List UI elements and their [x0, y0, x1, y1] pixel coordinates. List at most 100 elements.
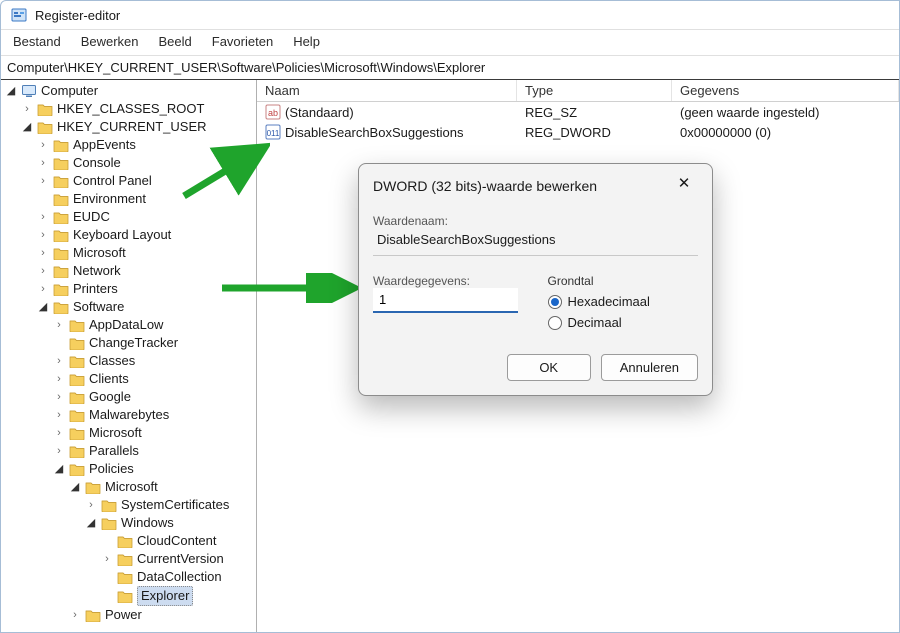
- tree-item[interactable]: › HKEY_CLASSES_ROOT: [1, 100, 256, 118]
- twisty-icon[interactable]: ›: [37, 280, 49, 298]
- edit-dword-dialog: DWORD (32 bits)-waarde bewerken ✕ Waarde…: [358, 163, 713, 396]
- titlebar: Register-editor: [1, 1, 899, 30]
- twisty-icon[interactable]: ›: [37, 154, 49, 172]
- twisty-icon[interactable]: ◢: [53, 460, 65, 478]
- menu-file[interactable]: Bestand: [13, 34, 61, 49]
- radio-hex[interactable]: [548, 295, 562, 309]
- tree-item[interactable]: ›Network: [1, 262, 256, 280]
- menu-favorites[interactable]: Favorieten: [212, 34, 273, 49]
- twisty-icon[interactable]: ›: [37, 172, 49, 190]
- tree-item[interactable]: ›Parallels: [1, 442, 256, 460]
- value-name-field: DisableSearchBoxSuggestions: [373, 228, 698, 256]
- twisty-icon[interactable]: ›: [53, 316, 65, 334]
- regedit-icon: [11, 7, 27, 23]
- twisty-icon[interactable]: ›: [37, 262, 49, 280]
- tree-item[interactable]: › Microsoft: [1, 244, 256, 262]
- twisty-icon[interactable]: ›: [85, 496, 97, 514]
- tree-item[interactable]: ›AppEvents: [1, 136, 256, 154]
- tree-item[interactable]: DataCollection: [1, 568, 256, 586]
- tree-item[interactable]: ◢ Windows: [1, 514, 256, 532]
- tree-root[interactable]: ◢Computer: [1, 82, 256, 100]
- tree-view[interactable]: ◢Computer›HKEY_CLASSES_ROOT◢HKEY_CURRENT…: [1, 80, 257, 632]
- twisty-icon[interactable]: ›: [21, 100, 33, 118]
- tree-item[interactable]: ◢ HKEY_CURRENT_USER: [1, 118, 256, 136]
- tree-item[interactable]: Explorer: [1, 586, 256, 606]
- menu-view[interactable]: Beeld: [159, 34, 192, 49]
- tree-label: HKEY_CLASSES_ROOT: [57, 100, 204, 118]
- tree-item[interactable]: ›Control Panel: [1, 172, 256, 190]
- twisty-icon[interactable]: ◢: [85, 514, 97, 532]
- twisty-icon[interactable]: ◢: [21, 118, 33, 136]
- tree-item[interactable]: › Clients: [1, 370, 256, 388]
- tree-item[interactable]: ◢ Software: [1, 298, 256, 316]
- tree-item[interactable]: ›Power: [1, 606, 256, 624]
- twisty-icon[interactable]: ◢: [5, 82, 17, 100]
- tree-label: Windows: [121, 514, 174, 532]
- col-header-data[interactable]: Gegevens: [672, 80, 899, 101]
- tree-label: Microsoft: [73, 244, 126, 262]
- radio-dec[interactable]: [548, 316, 562, 330]
- list-row[interactable]: 011DisableSearchBoxSuggestionsREG_DWORD0…: [257, 122, 899, 142]
- radio-dec-row[interactable]: Decimaal: [548, 315, 699, 330]
- twisty-icon[interactable]: ◢: [69, 478, 81, 496]
- close-icon[interactable]: ✕: [670, 174, 698, 198]
- twisty-icon[interactable]: ›: [53, 406, 65, 424]
- tree-label: HKEY_CURRENT_USER: [57, 118, 207, 136]
- col-header-name[interactable]: Naam: [257, 80, 517, 101]
- tree-item[interactable]: › Printers: [1, 280, 256, 298]
- tree-item[interactable]: › EUDC: [1, 208, 256, 226]
- row-type: REG_SZ: [525, 105, 577, 120]
- tree-item[interactable]: ›Malwarebytes: [1, 406, 256, 424]
- tree-item[interactable]: ◢ Policies: [1, 460, 256, 478]
- dialog-titlebar[interactable]: DWORD (32 bits)-waarde bewerken ✕: [359, 164, 712, 208]
- row-data: (geen waarde ingesteld): [680, 105, 819, 120]
- address-bar[interactable]: Computer\HKEY_CURRENT_USER\Software\Poli…: [1, 56, 899, 80]
- cancel-button[interactable]: Annuleren: [601, 354, 698, 381]
- tree-item[interactable]: ›Microsoft: [1, 424, 256, 442]
- twisty-icon[interactable]: ›: [53, 388, 65, 406]
- tree-item[interactable]: ◢Microsoft: [1, 478, 256, 496]
- base-label: Grondtal: [548, 274, 699, 288]
- twisty-icon[interactable]: ›: [53, 352, 65, 370]
- tree-item[interactable]: ›Classes: [1, 352, 256, 370]
- tree-item[interactable]: › Google: [1, 388, 256, 406]
- menu-help[interactable]: Help: [293, 34, 320, 49]
- list-body: ab(Standaard)REG_SZ(geen waarde ingestel…: [257, 102, 899, 142]
- col-header-type[interactable]: Type: [517, 80, 672, 101]
- tree-label: Google: [89, 388, 131, 406]
- radio-hex-label: Hexadecimaal: [568, 294, 650, 309]
- tree-item[interactable]: ChangeTracker: [1, 334, 256, 352]
- tree-label: Clients: [89, 370, 129, 388]
- twisty-icon[interactable]: ›: [37, 208, 49, 226]
- tree-item[interactable]: › Console: [1, 154, 256, 172]
- twisty-icon[interactable]: ◢: [37, 298, 49, 316]
- value-data-input[interactable]: [373, 288, 518, 313]
- twisty-icon[interactable]: ›: [69, 606, 81, 624]
- twisty-icon[interactable]: ›: [101, 550, 113, 568]
- dialog-title-text: DWORD (32 bits)-waarde bewerken: [373, 178, 597, 194]
- twisty-icon[interactable]: ›: [53, 370, 65, 388]
- tree-item[interactable]: ›CurrentVersion: [1, 550, 256, 568]
- window-title: Register-editor: [35, 8, 120, 23]
- tree-item[interactable]: ›SystemCertificates: [1, 496, 256, 514]
- twisty-icon[interactable]: ›: [53, 442, 65, 460]
- ok-button[interactable]: OK: [507, 354, 591, 381]
- list-row[interactable]: ab(Standaard)REG_SZ(geen waarde ingestel…: [257, 102, 899, 122]
- tree-item[interactable]: Environment: [1, 190, 256, 208]
- menu-edit[interactable]: Bewerken: [81, 34, 139, 49]
- tree-label: DataCollection: [137, 568, 222, 586]
- radio-hex-row[interactable]: Hexadecimaal: [548, 294, 699, 309]
- tree-label: Printers: [73, 280, 118, 298]
- tree-label: Policies: [89, 460, 134, 478]
- tree-label: EUDC: [73, 208, 110, 226]
- tree-label: Console: [73, 154, 121, 172]
- tree-item[interactable]: CloudContent: [1, 532, 256, 550]
- twisty-icon[interactable]: ›: [37, 226, 49, 244]
- twisty-icon[interactable]: ›: [37, 136, 49, 154]
- twisty-icon[interactable]: ›: [53, 424, 65, 442]
- tree-label: Software: [73, 298, 124, 316]
- tree-item[interactable]: ›Keyboard Layout: [1, 226, 256, 244]
- twisty-icon[interactable]: ›: [37, 244, 49, 262]
- tree-item[interactable]: ›AppDataLow: [1, 316, 256, 334]
- row-data: 0x00000000 (0): [680, 125, 771, 140]
